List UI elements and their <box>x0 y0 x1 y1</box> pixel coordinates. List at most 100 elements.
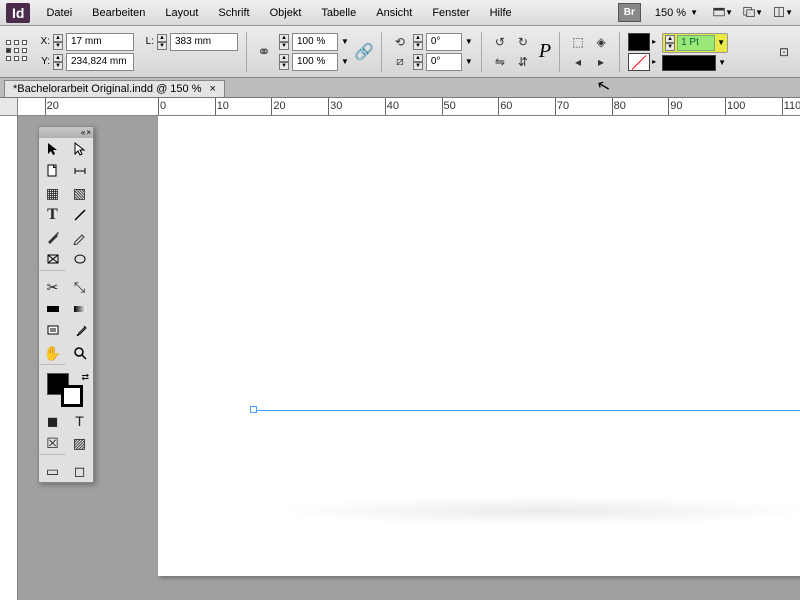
apply-text-color-icon[interactable]: T <box>66 410 93 432</box>
scale-y-input[interactable] <box>292 53 338 71</box>
y-input[interactable] <box>66 53 134 71</box>
content-placer-tool[interactable]: ▧ <box>66 182 93 204</box>
bridge-button[interactable]: Br <box>618 3 641 22</box>
rotate-ccw-icon[interactable]: ↺ <box>490 33 510 51</box>
normal-view-icon[interactable]: ▭ <box>39 460 66 482</box>
gradient-swatch-tool[interactable] <box>39 298 66 320</box>
zoom-level-dropdown[interactable]: 150 % ▼ <box>649 5 704 21</box>
close-icon[interactable]: × <box>86 128 91 137</box>
l-spinner[interactable]: ▲▼ <box>157 34 167 50</box>
screen-mode-button[interactable]: ▼ <box>712 3 734 23</box>
select-prev-icon[interactable]: ◂ <box>568 53 588 71</box>
menu-help[interactable]: Hilfe <box>480 3 522 23</box>
selection-tool[interactable] <box>39 138 66 160</box>
select-next-icon[interactable]: ▸ <box>591 53 611 71</box>
stroke-style-swatch[interactable] <box>662 55 716 71</box>
rotate-spinner[interactable]: ▲▼ <box>413 34 423 50</box>
x-label: X: <box>36 36 50 47</box>
select-content-icon[interactable]: ◈ <box>591 33 611 51</box>
chevron-down-icon[interactable]: ▼ <box>465 37 473 46</box>
pencil-tool[interactable] <box>66 226 93 248</box>
menu-layout[interactable]: Layout <box>155 3 208 23</box>
palette-titlebar[interactable]: « × <box>39 127 93 138</box>
selected-line-object[interactable] <box>254 410 800 411</box>
type-tool[interactable]: T <box>39 204 66 226</box>
close-tab-icon[interactable]: × <box>210 83 216 95</box>
menu-table[interactable]: Tabelle <box>311 3 366 23</box>
gap-tool[interactable] <box>66 160 93 182</box>
direct-selection-tool[interactable] <box>66 138 93 160</box>
swap-fill-stroke-icon[interactable]: ⇄ <box>81 372 89 383</box>
quick-apply-icon[interactable]: ⊡ <box>774 43 794 61</box>
ellipse-tool[interactable] <box>66 248 93 270</box>
constrain-proportions-icon[interactable]: ⚭ <box>255 34 273 70</box>
fill-swatch[interactable] <box>628 33 650 51</box>
page[interactable] <box>158 116 800 576</box>
chevron-down-icon[interactable]: ▼ <box>465 57 473 66</box>
canvas-area[interactable]: « × ▦ ▧ T ✂ ⤡ ✋ <box>18 116 800 600</box>
shear-spinner[interactable]: ▲▼ <box>413 54 423 70</box>
ruler-tick: 90 <box>668 98 669 116</box>
menu-type[interactable]: Schrift <box>208 3 259 23</box>
hand-tool[interactable]: ✋ <box>39 342 66 364</box>
line-tool[interactable] <box>66 204 93 226</box>
chevron-down-icon: ▼ <box>755 8 763 17</box>
link-scale-icon[interactable]: 🔗 <box>355 34 373 70</box>
fill-stroke-swatch[interactable]: ⇄ <box>39 370 93 410</box>
menu-view[interactable]: Ansicht <box>366 3 422 23</box>
note-tool[interactable] <box>39 320 66 342</box>
paragraph-style-icon[interactable]: P <box>539 40 551 63</box>
document-tab[interactable]: *Bachelorarbeit Original.indd @ 150 % × <box>4 80 225 97</box>
apply-gradient-icon[interactable]: ▨ <box>66 432 93 454</box>
menu-object[interactable]: Objekt <box>260 3 312 23</box>
zoom-tool[interactable] <box>66 342 93 364</box>
menu-edit[interactable]: Bearbeiten <box>82 3 155 23</box>
collapse-icon[interactable]: « <box>81 128 85 137</box>
apply-none-icon[interactable]: ☒ <box>39 432 66 454</box>
horizontal-ruler[interactable]: 200102030405060708090100110 <box>0 98 800 116</box>
flip-v-icon[interactable]: ⇵ <box>513 53 533 71</box>
free-transform-tool[interactable]: ⤡ <box>66 276 93 298</box>
preview-view-icon[interactable]: ◻ <box>66 460 93 482</box>
scissors-tool[interactable]: ✂ <box>39 276 66 298</box>
scale-x-spinner[interactable]: ▲▼ <box>279 34 289 50</box>
gradient-feather-tool[interactable] <box>66 298 93 320</box>
content-collector-tool[interactable]: ▦ <box>39 182 66 204</box>
apply-color-icon[interactable]: ◼ <box>39 410 66 432</box>
x-input[interactable] <box>66 33 134 51</box>
page-tool[interactable] <box>39 160 66 182</box>
chevron-down-icon[interactable]: ▸ <box>652 37 656 46</box>
stroke-weight-input[interactable] <box>677 35 715 51</box>
rotate-input[interactable] <box>426 33 462 51</box>
chevron-down-icon[interactable]: ▼ <box>341 57 349 66</box>
reference-point-selector[interactable] <box>6 40 30 64</box>
l-input[interactable] <box>170 33 238 51</box>
chevron-down-icon[interactable]: ▼ <box>341 37 349 46</box>
stroke-weight-spinner[interactable]: ▲▼ <box>665 35 675 51</box>
menu-file[interactable]: Datei <box>36 3 82 23</box>
workspace-button[interactable]: ▼ <box>772 3 794 23</box>
pen-tool[interactable] <box>39 226 66 248</box>
y-spinner[interactable]: ▲▼ <box>53 54 63 70</box>
flip-h-icon[interactable]: ⇋ <box>490 53 510 71</box>
scale-x-input[interactable] <box>292 33 338 51</box>
chevron-down-icon[interactable]: ▼ <box>717 38 725 47</box>
rectangle-frame-tool[interactable] <box>39 248 66 270</box>
select-container-icon[interactable]: ⬚ <box>568 33 588 51</box>
rotate-cw-icon[interactable]: ↻ <box>513 33 533 51</box>
ruler-origin[interactable] <box>0 98 18 116</box>
y-label: Y: <box>36 56 50 67</box>
vertical-ruler[interactable] <box>0 116 18 600</box>
shear-input[interactable] <box>426 53 462 71</box>
chevron-down-icon[interactable]: ▸ <box>652 57 656 66</box>
arrange-button[interactable]: ▼ <box>742 3 764 23</box>
scale-y-spinner[interactable]: ▲▼ <box>279 54 289 70</box>
stroke-swatch[interactable] <box>628 53 650 71</box>
x-spinner[interactable]: ▲▼ <box>53 34 63 50</box>
eyedropper-tool[interactable] <box>66 320 93 342</box>
line-handle[interactable] <box>250 406 257 413</box>
chevron-down-icon[interactable]: ▼ <box>718 58 726 67</box>
menu-window[interactable]: Fenster <box>422 3 479 23</box>
rotate-icon: ⟲ <box>390 33 410 51</box>
ruler-tick: 0 <box>158 98 159 116</box>
